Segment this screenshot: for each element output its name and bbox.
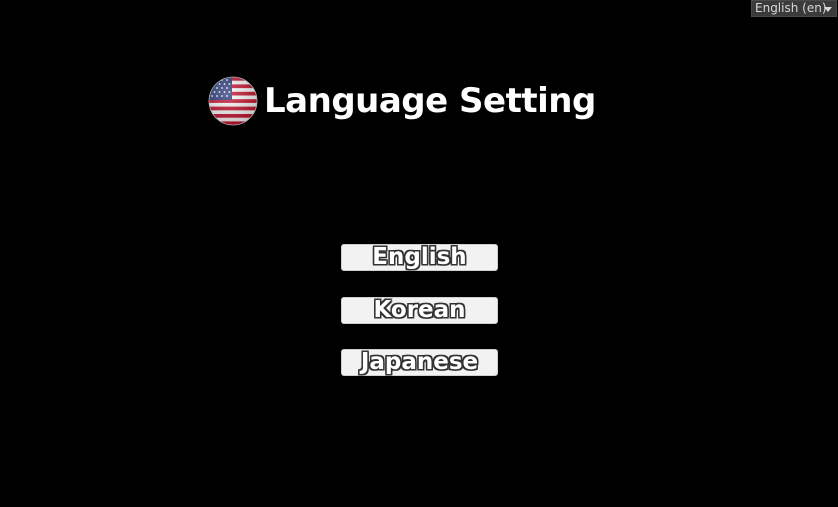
japanese-button[interactable]: Japanese: [341, 349, 498, 376]
japanese-button-label: Japanese: [360, 349, 479, 375]
english-button-label: English: [372, 244, 467, 270]
us-flag-icon: [208, 76, 258, 126]
korean-button[interactable]: Korean: [341, 297, 498, 324]
locale-dropdown[interactable]: English (en): [751, 0, 837, 17]
locale-dropdown-value: English (en): [755, 1, 827, 15]
language-setting-screen: English (en) Language Setting English Ko…: [0, 0, 838, 507]
page-title: Language Setting: [264, 81, 596, 121]
chevron-down-icon: [824, 7, 832, 12]
page-header: Language Setting: [208, 76, 596, 126]
english-button[interactable]: English: [341, 244, 498, 271]
korean-button-label: Korean: [373, 297, 466, 323]
